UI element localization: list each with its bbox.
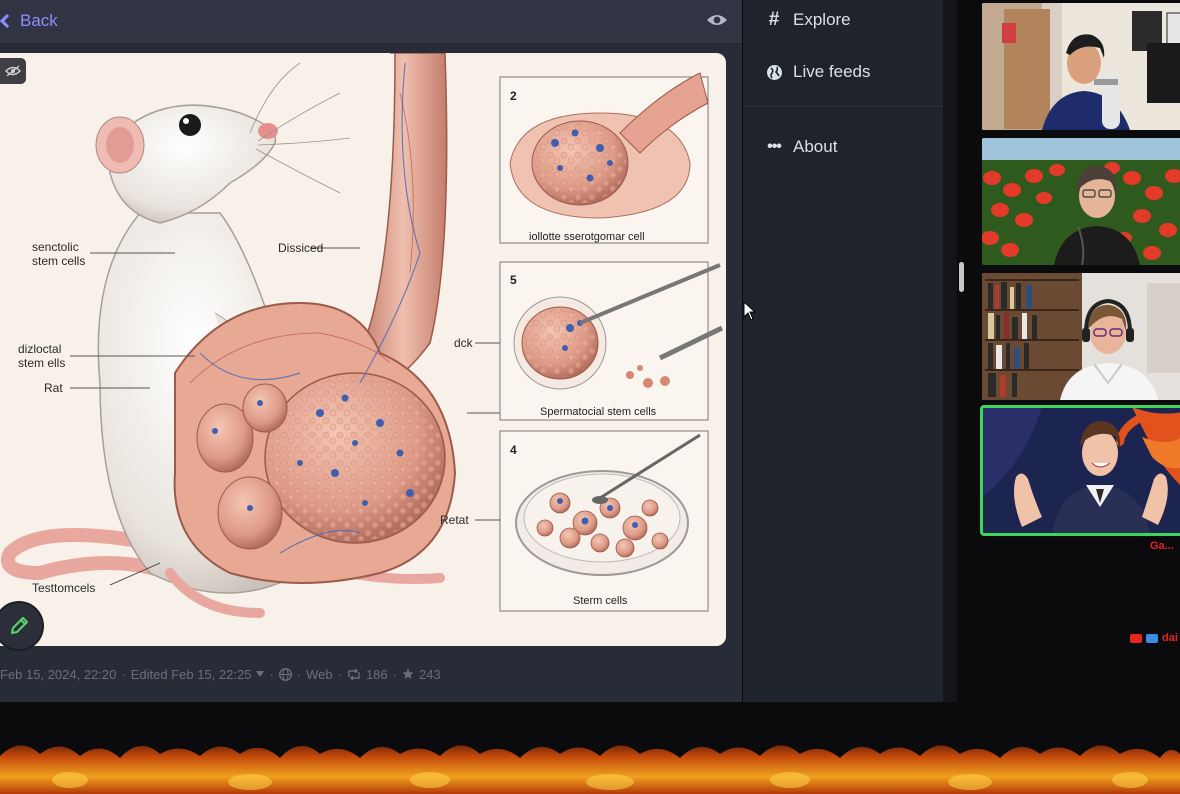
nav-item-explore[interactable]: # Explore — [765, 5, 851, 35]
video-tile-participant-3[interactable] — [982, 273, 1180, 400]
participant-video — [982, 273, 1180, 400]
nav-divider — [743, 106, 943, 107]
participant-video — [982, 138, 1180, 265]
participant-video — [982, 407, 1180, 534]
boosts-number: 186 — [365, 666, 388, 682]
video-tile-active-speaker[interactable] — [980, 405, 1180, 536]
post-meta: Feb 15, 2024, 22:20 · Edited Feb 15, 22:… — [0, 666, 441, 682]
pencil-icon — [11, 617, 28, 634]
label-dizloctal: dizloctal — [18, 342, 61, 356]
label-testomcels: Testtomcels — [32, 581, 95, 595]
caret-down-icon — [256, 671, 265, 677]
nav-item-live-feeds[interactable]: Live feeds — [765, 57, 871, 87]
post-media-image[interactable]: senctolic stem cells Dissiced dizloctal … — [0, 53, 726, 646]
edited-dropdown[interactable]: Edited Feb 15, 22:25 — [131, 667, 265, 682]
favourites-count[interactable]: 243 — [402, 667, 441, 682]
label-dck: dck — [454, 336, 474, 350]
ellipsis-icon: ••• — [767, 138, 782, 155]
panel-edge — [943, 0, 957, 702]
panel-number: 4 — [510, 443, 517, 457]
eye-slash-icon — [5, 65, 21, 77]
post-column: Back senctolic stem cells Dissiced dizlo… — [0, 0, 742, 702]
navigation-panel: # Explore Live feeds ••• About — [743, 0, 943, 702]
panel-caption: iollotte sserotgomar cell — [529, 231, 645, 243]
label-stem-cells: stem cells — [32, 254, 85, 268]
globe-icon — [278, 667, 292, 681]
post-date-link[interactable]: Feb 15, 2024, 22:20 — [0, 667, 116, 682]
panel-4: 4 Sterm cells — [499, 430, 709, 612]
boost-icon — [348, 668, 360, 680]
rat-illustration: senctolic stem cells Dissiced dizloctal … — [0, 53, 726, 646]
edited-label: Edited Feb 15, 22:25 — [130, 666, 252, 682]
panel-2: 2 iollotte sserotgomar cell — [499, 72, 709, 244]
label-stem-ells: stem ells — [18, 356, 65, 370]
label-retat: Retat — [440, 513, 469, 527]
back-button[interactable]: Back — [0, 8, 58, 34]
favourites-number: 243 — [419, 666, 441, 682]
fire-overlay — [0, 736, 1180, 794]
hashtag-icon: # — [768, 9, 780, 30]
video-tile-participant-1[interactable] — [982, 3, 1180, 130]
scrollbar-thumb[interactable] — [959, 262, 964, 292]
star-icon — [402, 668, 414, 679]
panel-caption: Spermatocial stem cells — [540, 406, 657, 418]
camera-icon — [1130, 633, 1142, 643]
post-application: Web — [306, 666, 333, 682]
boosts-count[interactable]: 186 — [347, 667, 388, 682]
nav-item-about[interactable]: ••• About — [765, 132, 837, 162]
stream-user-label: dai — [1162, 632, 1178, 644]
panel-caption: Sterm cells — [573, 595, 628, 607]
back-label: Back — [20, 11, 58, 30]
hide-media-button[interactable] — [0, 58, 26, 84]
column-header: Back — [0, 0, 742, 44]
nav-label: Explore — [793, 10, 851, 29]
nav-label: Live feeds — [793, 62, 871, 81]
chat-icon — [1146, 633, 1158, 643]
video-tile-participant-2[interactable] — [982, 138, 1180, 265]
participant-video — [982, 3, 1180, 130]
panel-number: 2 — [510, 89, 517, 103]
globe-icon — [766, 64, 782, 80]
panel-5: 5 Spermatocial stem cells — [499, 261, 724, 421]
eye-icon[interactable] — [706, 12, 728, 28]
chevron-left-icon — [0, 13, 15, 29]
mouse-pointer-icon — [743, 301, 757, 321]
stream-user-tag: dai — [1130, 632, 1178, 644]
label-rat: Rat — [44, 381, 63, 395]
speaker-name-tag: Ga... — [1150, 540, 1174, 552]
nav-label: About — [793, 137, 838, 156]
visibility-info — [278, 667, 292, 681]
label-senctolic: senctolic — [32, 240, 79, 254]
panel-number: 5 — [510, 273, 517, 287]
screen: Back senctolic stem cells Dissiced dizlo… — [0, 0, 1180, 794]
label-dissiced: Dissiced — [278, 241, 323, 255]
